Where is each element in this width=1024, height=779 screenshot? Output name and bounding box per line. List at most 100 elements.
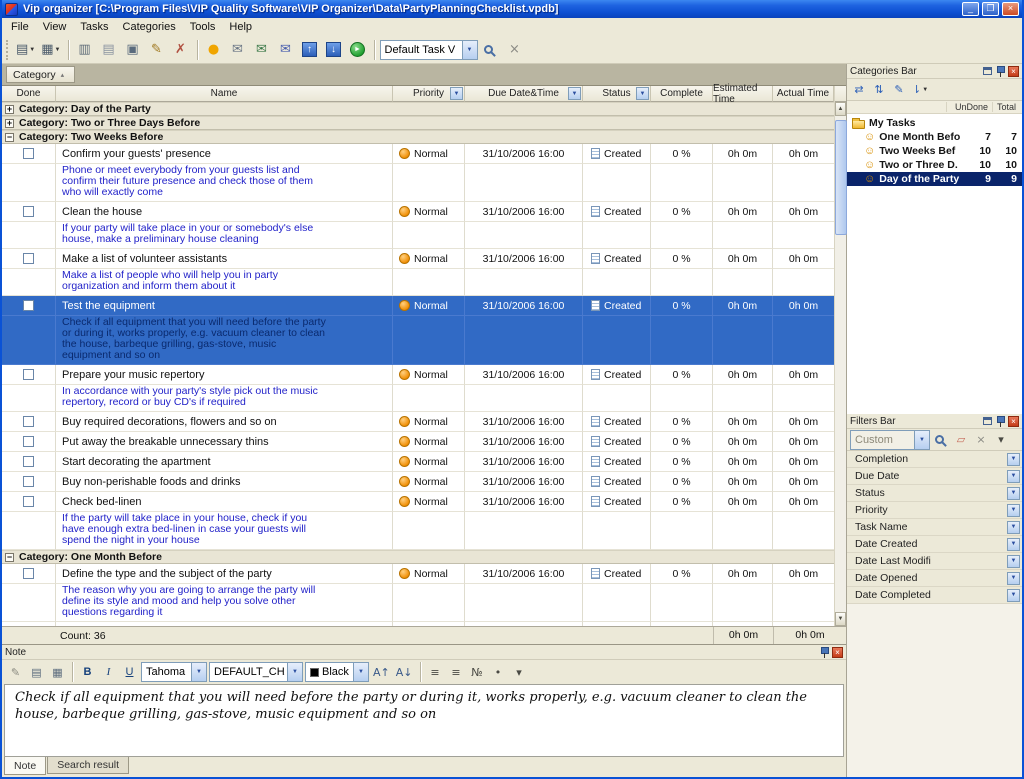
task-row[interactable]: Start decorating the apartmentNormal31/1… (2, 452, 834, 472)
edit-task-button[interactable]: ✎ (146, 39, 168, 61)
tree-item-category[interactable]: ☺Two or Three D.1010 (847, 158, 1022, 172)
filter-dropdown-arrow[interactable]: ▼ (1007, 453, 1020, 466)
combo-arrow-icon[interactable]: ▼ (191, 663, 206, 681)
delete-filter-button[interactable]: × (972, 431, 990, 449)
dock-icon[interactable] (983, 417, 992, 425)
filter-row-date-completed[interactable]: Date Completed▼ (847, 587, 1022, 604)
style-combo[interactable]: DEFAULT_CHAR▼ (209, 662, 303, 682)
tab-note[interactable]: Note (4, 757, 46, 775)
note-more-button[interactable]: ▾ (510, 662, 529, 682)
scroll-thumb[interactable] (835, 120, 847, 235)
filter-row-date-opened[interactable]: Date Opened▼ (847, 570, 1022, 587)
task-row[interactable]: Test the equipmentNormal31/10/2006 16:00… (2, 296, 834, 316)
save-note-button[interactable]: ▦ (48, 662, 67, 682)
filter-preset-combo[interactable]: Custom▼ (850, 430, 930, 450)
task-view-combo[interactable]: Default Task V▼ (380, 40, 478, 60)
expander-icon[interactable]: + (5, 119, 14, 128)
task-row[interactable]: Clean the houseNormal31/10/2006 16:00Cre… (2, 202, 834, 222)
task-row[interactable]: Buy non-perishable foods and drinksNorma… (2, 472, 834, 492)
pin-icon[interactable] (820, 647, 828, 658)
send-email-button[interactable]: ✉ (251, 39, 273, 61)
sort-categories-button[interactable]: ⇂▼ (910, 81, 930, 99)
italic-button[interactable]: I (99, 662, 118, 682)
new-task-button[interactable]: ▤▼ (14, 39, 37, 61)
clear-filter-button[interactable]: ▱ (952, 431, 970, 449)
menu-tools[interactable]: Tools (183, 19, 223, 35)
menu-tasks[interactable]: Tasks (73, 19, 115, 35)
filter-dropdown-arrow[interactable]: ▼ (1007, 470, 1020, 483)
filter-dropdown-arrow[interactable]: ▼ (1007, 521, 1020, 534)
column-filter-arrow[interactable]: ▼ (450, 87, 463, 100)
combo-arrow-icon[interactable]: ▼ (914, 431, 929, 449)
task-checkbox[interactable] (23, 456, 34, 467)
categories-close-icon[interactable]: × (1008, 66, 1019, 77)
task-checkbox[interactable] (23, 496, 34, 507)
new-category-button[interactable]: ⇅ (870, 81, 888, 99)
filters-close-icon[interactable]: × (1008, 416, 1019, 427)
toolbar-grip[interactable] (6, 40, 9, 60)
note-close-icon[interactable]: × (832, 647, 843, 658)
underline-button[interactable]: U (120, 662, 139, 682)
task-row[interactable]: Check bed-linenNormal31/10/2006 16:00Cre… (2, 492, 834, 512)
task-row[interactable]: Prepare your music repertoryNormal31/10/… (2, 365, 834, 385)
filter-dropdown-arrow[interactable]: ▼ (1007, 538, 1020, 551)
insert-image-button[interactable]: ▤ (27, 662, 46, 682)
bullet-list-button[interactable]: • (489, 662, 508, 682)
note-editor[interactable]: Check if all equipment that you will nee… (4, 684, 844, 757)
tree-item-category[interactable]: ☺Two Weeks Bef1010 (847, 144, 1022, 158)
maximize-button[interactable]: ❐ (982, 2, 999, 16)
task-checkbox[interactable] (23, 369, 34, 380)
print-preview-button[interactable]: ▤ (98, 39, 120, 61)
category-row[interactable]: +Category: Two or Three Days Before (2, 116, 834, 130)
group-by-category-button[interactable]: Category ▴ (6, 66, 75, 83)
menu-help[interactable]: Help (222, 19, 259, 35)
column-header-name[interactable]: Name (56, 86, 393, 102)
column-header-est[interactable]: Estimated Time (713, 86, 773, 102)
task-checkbox[interactable] (23, 568, 34, 579)
delete-task-button[interactable]: ✗ (170, 39, 192, 61)
column-header-status[interactable]: Status▼ (583, 86, 651, 102)
edit-category-button[interactable]: ✎ (890, 81, 908, 99)
task-row[interactable]: Make a list of volunteer assistantsNorma… (2, 249, 834, 269)
titlebar[interactable]: Vip organizer [C:\Program Files\VIP Qual… (2, 0, 1022, 18)
email-button[interactable]: ✉ (227, 39, 249, 61)
task-checkbox[interactable] (23, 300, 34, 311)
column-options-button[interactable] (835, 86, 846, 102)
filter-dropdown-arrow[interactable]: ▼ (1007, 555, 1020, 568)
bold-button[interactable]: B (78, 662, 97, 682)
align-center-button[interactable]: ≡ (447, 662, 466, 682)
filters-menu-button[interactable]: ▾ (992, 431, 1010, 449)
filter-row-completion[interactable]: Completion▼ (847, 451, 1022, 468)
go-button[interactable]: ► (347, 39, 369, 61)
expander-icon[interactable]: − (5, 553, 14, 562)
report-button[interactable]: ▣ (122, 39, 144, 61)
task-checkbox[interactable] (23, 416, 34, 427)
task-checkbox[interactable] (23, 436, 34, 447)
category-row[interactable]: +Category: Day of the Party (2, 102, 834, 116)
filter-row-task-name[interactable]: Task Name▼ (847, 519, 1022, 536)
task-checkbox[interactable] (23, 148, 34, 159)
align-left-button[interactable]: ≡ (426, 662, 445, 682)
assign-category-button[interactable]: ⇄ (850, 81, 868, 99)
expander-icon[interactable]: + (5, 105, 14, 114)
task-checkbox[interactable] (23, 476, 34, 487)
column-header-prio[interactable]: Priority▼ (393, 86, 465, 102)
minimize-button[interactable]: _ (962, 2, 979, 16)
filter-dropdown-arrow[interactable]: ▼ (1007, 572, 1020, 585)
filter-row-date-created[interactable]: Date Created▼ (847, 536, 1022, 553)
color-combo[interactable]: Black▼ (305, 662, 369, 682)
combo-arrow-icon[interactable]: ▼ (353, 663, 368, 681)
task-row[interactable]: Define the type and the subject of the p… (2, 564, 834, 584)
task-row[interactable]: Put away the breakable unnecessary thins… (2, 432, 834, 452)
category-row[interactable]: −Category: Two Weeks Before (2, 130, 834, 144)
tree-item-category[interactable]: ☺Day of the Party99 (847, 172, 1022, 186)
find-tasks-button[interactable] (480, 39, 502, 61)
column-header-done[interactable]: Done (2, 86, 56, 102)
increase-font-button[interactable]: A↑ (371, 662, 392, 682)
filter-row-due-date[interactable]: Due Date▼ (847, 468, 1022, 485)
tab-search-result[interactable]: Search result (47, 757, 129, 774)
apply-filter-button[interactable] (932, 431, 950, 449)
font-combo[interactable]: Tahoma▼ (141, 662, 207, 682)
combo-arrow-icon[interactable]: ▼ (287, 663, 302, 681)
grid-body[interactable]: +Category: Day of the Party+Category: Tw… (2, 102, 834, 626)
